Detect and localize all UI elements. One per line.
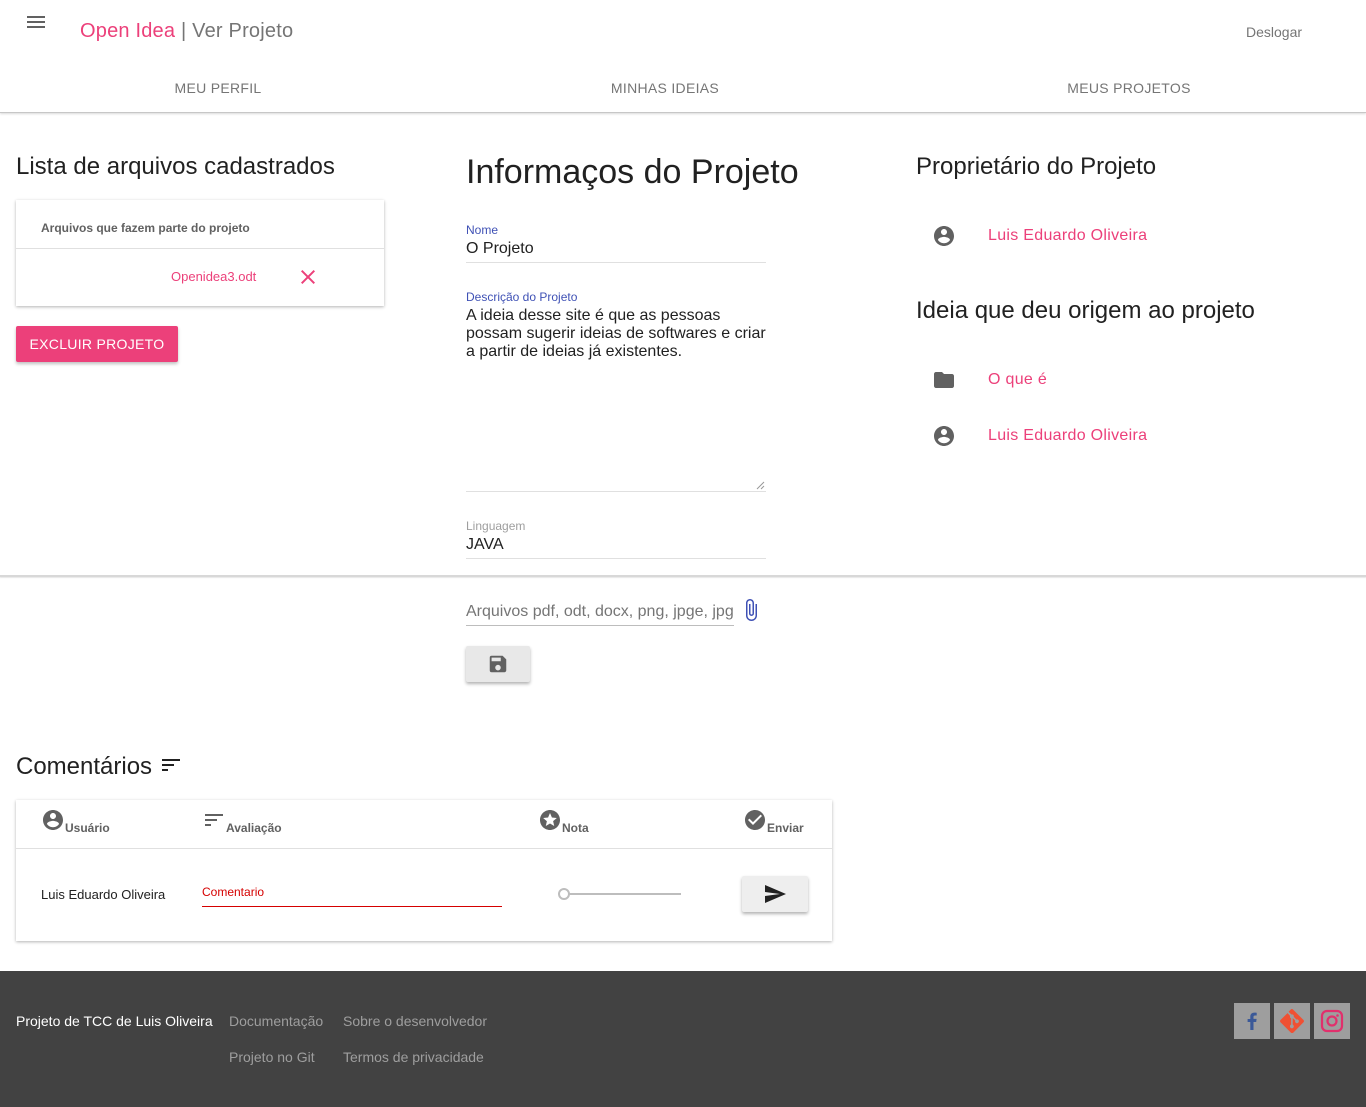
check-circle-icon (745, 810, 765, 830)
tab-meus-projetos[interactable]: MEUS PROJETOS (1067, 80, 1190, 96)
comment-input-underline (202, 906, 502, 907)
save-icon (489, 655, 507, 673)
page-title: Open Idea | Ver Projeto (80, 20, 293, 43)
file-link[interactable]: Openidea3.odt (171, 269, 256, 284)
language-label: Linguagem (466, 519, 526, 533)
footer-link-privacy-terms[interactable]: Termos de privacidade (343, 1049, 484, 1065)
column-header-send: Enviar (767, 821, 804, 835)
menu-icon[interactable] (24, 10, 48, 34)
column-header-score: Nota (562, 821, 589, 835)
files-section-title: Lista de arquivos cadastrados (16, 153, 335, 180)
language-field: JAVA (466, 536, 504, 553)
resize-handle-icon[interactable] (756, 481, 765, 490)
stars-icon (540, 810, 560, 830)
sort-icon (205, 814, 223, 826)
description-label: Descrição do Projeto (466, 290, 578, 304)
score-slider-track[interactable] (568, 893, 681, 895)
name-field[interactable]: O Projeto (466, 240, 534, 258)
send-comment-button[interactable] (742, 876, 808, 912)
close-icon[interactable] (296, 265, 320, 289)
column-header-rating: Avaliação (226, 821, 282, 835)
project-info-title: Informaços do Projeto (466, 153, 799, 191)
app-header: Open Idea | Ver Projeto Deslogar MEU PER… (0, 0, 1366, 113)
tab-minhas-ideias[interactable]: MINHAS IDEIAS (611, 80, 719, 96)
page-subtitle: Ver Projeto (192, 20, 294, 42)
attach-file-icon[interactable] (739, 598, 763, 622)
footer-link-documentation[interactable]: Documentação (229, 1013, 323, 1029)
logout-link[interactable]: Deslogar (1246, 24, 1302, 40)
description-textarea[interactable]: A ideia desse site é que as pessoas poss… (466, 307, 766, 361)
comments-title: Comentários (16, 753, 153, 780)
files-table-header: Arquivos que fazem parte do projeto (16, 200, 384, 249)
comments-table (16, 800, 832, 941)
comment-input[interactable]: Comentario (202, 885, 264, 899)
description-underline (466, 491, 766, 492)
git-icon[interactable] (1274, 1003, 1310, 1039)
language-underline (466, 558, 766, 559)
brand-name[interactable]: Open Idea (80, 20, 175, 42)
owner-section-title: Proprietário do Projeto (916, 153, 1157, 180)
instagram-icon[interactable] (1314, 1003, 1350, 1039)
comments-table-header (16, 800, 832, 849)
footer-credit: Projeto de TCC de Luis Oliveira (16, 1013, 213, 1029)
folder-icon (934, 372, 954, 388)
section-divider (0, 575, 1366, 577)
files-column-header: Arquivos que fazem parte do projeto (41, 221, 250, 235)
title-separator: | (180, 20, 187, 42)
owner-name-link[interactable]: Luis Eduardo Oliveira (988, 227, 1147, 245)
footer-link-git-project[interactable]: Projeto no Git (229, 1049, 315, 1065)
file-upload-input[interactable]: Arquivos pdf, odt, docx, png, jpge, jpg (466, 603, 734, 621)
account-circle-icon (934, 226, 954, 246)
account-circle-icon (43, 810, 63, 830)
origin-idea-link[interactable]: O que é (988, 371, 1047, 389)
name-field-underline (466, 262, 766, 263)
footer-link-about-developer[interactable]: Sobre o desenvolvedor (343, 1013, 487, 1029)
comment-row-user: Luis Eduardo Oliveira (41, 887, 166, 902)
score-slider-handle[interactable] (558, 888, 570, 900)
sort-icon (162, 759, 180, 771)
account-circle-icon (934, 426, 954, 446)
facebook-icon[interactable] (1234, 1003, 1270, 1039)
page-footer: Projeto de TCC de Luis Oliveira Document… (0, 971, 1366, 1107)
column-header-user: Usuário (65, 821, 110, 835)
origin-author-link[interactable]: Luis Eduardo Oliveira (988, 427, 1147, 445)
file-upload-underline (466, 625, 734, 626)
delete-project-button[interactable]: EXCLUIR PROJETO (16, 326, 178, 362)
save-button[interactable] (466, 646, 530, 682)
origin-section-title: Ideia que deu origem ao projeto (916, 297, 1255, 324)
name-label: Nome (466, 223, 499, 237)
send-icon (765, 885, 786, 903)
files-table: Arquivos que fazem parte do projeto Open… (16, 200, 384, 306)
tab-meu-perfil[interactable]: MEU PERFIL (174, 80, 261, 96)
